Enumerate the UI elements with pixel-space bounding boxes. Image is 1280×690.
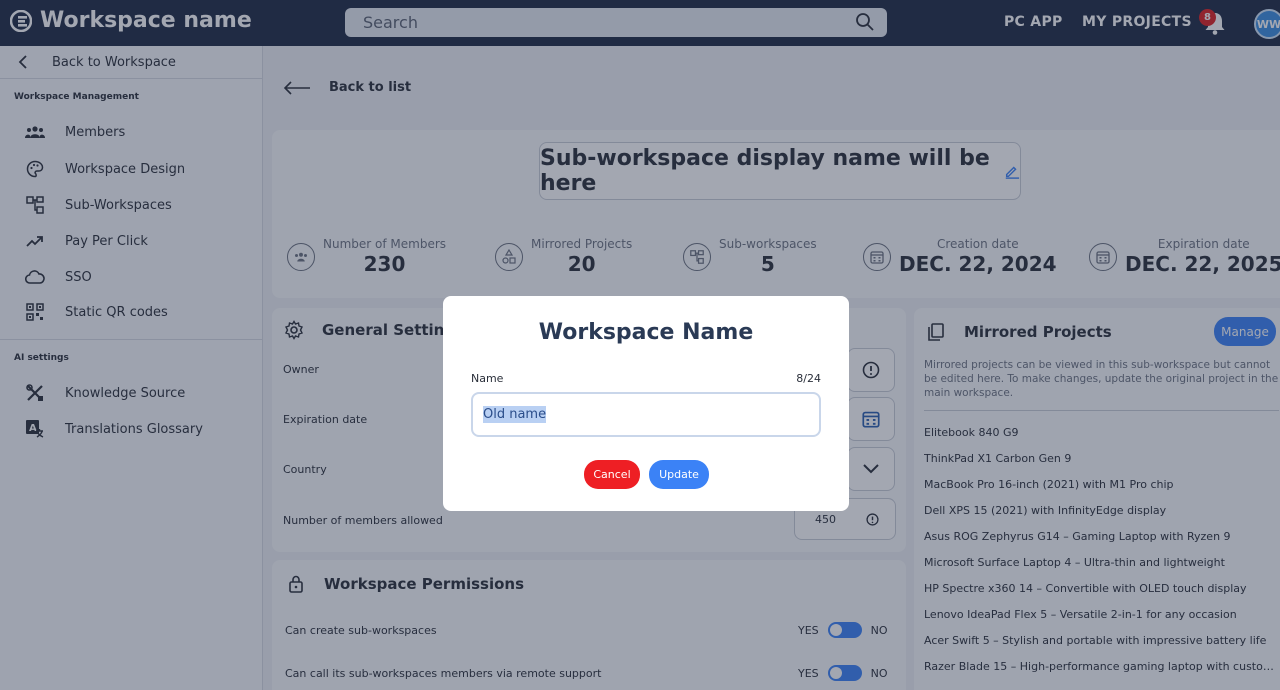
workspace-name-dialog: Workspace Name Name 8/24 Old name Cancel… — [443, 296, 849, 511]
name-input[interactable]: Old name — [471, 392, 821, 437]
cancel-button[interactable]: Cancel — [584, 460, 640, 489]
char-counter: 8/24 — [796, 372, 821, 385]
name-input-value: Old name — [483, 406, 547, 423]
name-label: Name — [471, 372, 504, 385]
dialog-title: Workspace Name — [538, 320, 754, 345]
update-button[interactable]: Update — [649, 460, 709, 489]
